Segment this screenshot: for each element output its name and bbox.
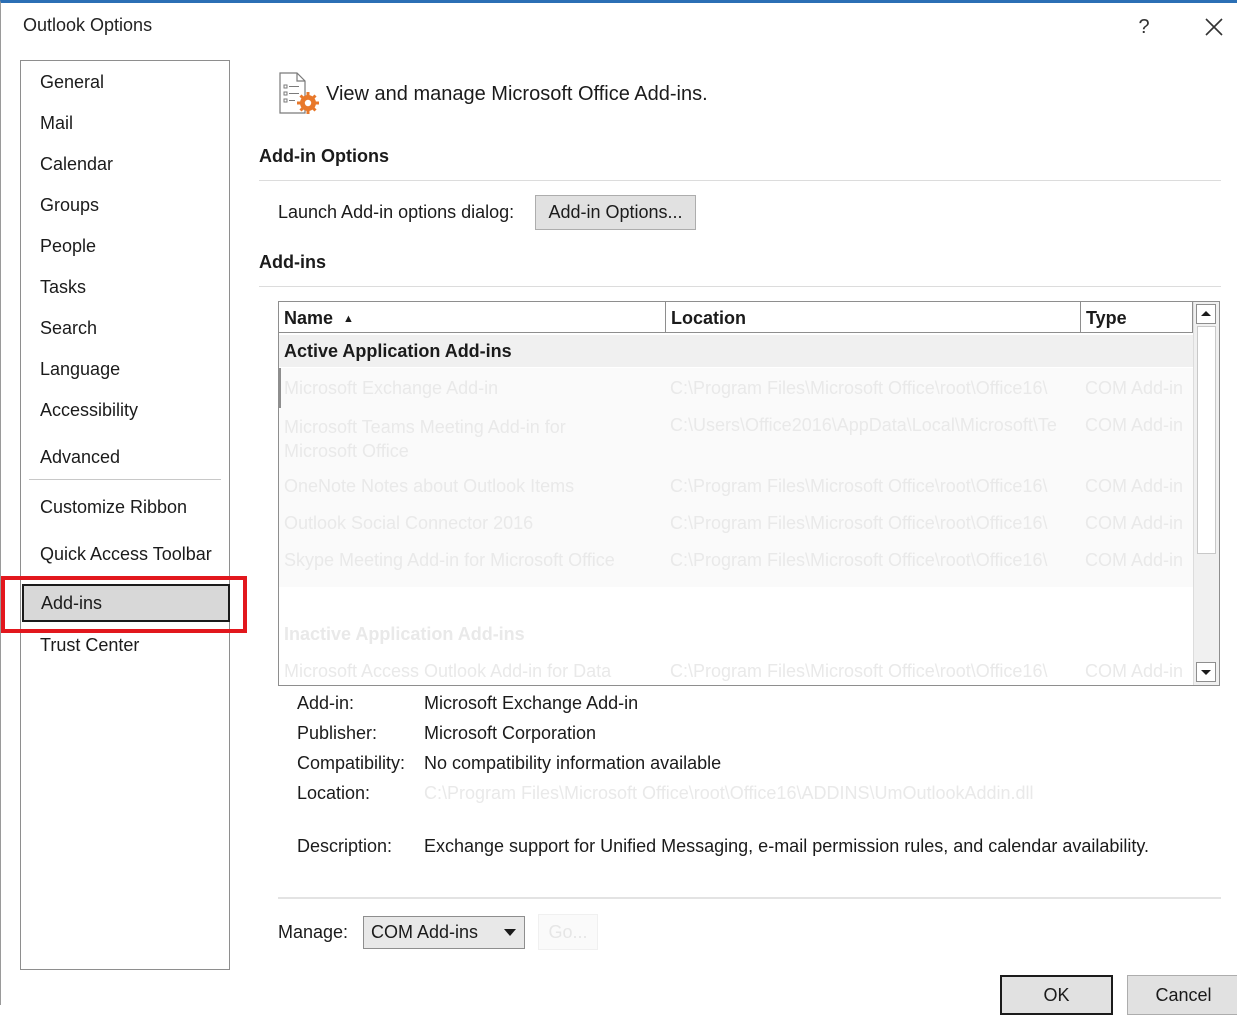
- addin-options-section-title: Add-in Options: [259, 146, 389, 166]
- addin-name-cell: Microsoft Access Outlook Add-in for Data: [284, 661, 612, 681]
- selection-highlight-box: [1, 576, 247, 633]
- addin-name-cell: Outlook Social Connector 2016: [284, 513, 534, 533]
- column-header-name-label: Name: [284, 308, 334, 328]
- section-divider: [259, 180, 1221, 181]
- nav-item-people[interactable]: People: [21, 227, 229, 265]
- detail-compatibility-value: No compatibility information available: [424, 753, 722, 773]
- go-button[interactable]: Go...: [538, 914, 598, 950]
- scroll-down-arrow-icon[interactable]: [1196, 662, 1216, 682]
- addin-type-cell: COM Add-in: [1085, 513, 1184, 533]
- addin-location-cell: C:\Program Files\Microsoft Office\root\O…: [670, 378, 1048, 398]
- window-title: Outlook Options: [23, 15, 153, 35]
- addin-type-cell: COM Add-in: [1085, 415, 1184, 435]
- nav-separator: [29, 479, 221, 480]
- column-header-location[interactable]: Location: [666, 302, 1081, 333]
- manage-label: Manage:: [278, 922, 349, 942]
- addin-type-cell: COM Add-in: [1085, 378, 1184, 398]
- nav-item-advanced[interactable]: Advanced: [21, 438, 229, 476]
- detail-publisher-value: Microsoft Corporation: [424, 723, 597, 743]
- options-nav: General Mail Calendar Groups People Task…: [20, 60, 230, 970]
- page-header-text: View and manage Microsoft Office Add-ins…: [326, 83, 708, 105]
- nav-item-tasks[interactable]: Tasks: [21, 268, 229, 306]
- addin-type-cell: COM Add-in: [1085, 661, 1184, 681]
- addins-section-title: Add-ins: [259, 252, 326, 272]
- column-header-type[interactable]: Type: [1081, 302, 1193, 333]
- ok-button[interactable]: OK: [1000, 975, 1113, 1015]
- detail-addin-label: Add-in:: [297, 693, 355, 713]
- nav-item-groups[interactable]: Groups: [21, 186, 229, 224]
- addin-location-cell: C:\Users\Office2016\AppData\Local\Micros…: [670, 415, 1057, 435]
- group-header-active: Active Application Add-ins: [279, 335, 1193, 367]
- detail-description-label: Description:: [297, 836, 393, 856]
- nav-item-mail[interactable]: Mail: [21, 104, 229, 142]
- addin-location-cell: C:\Program Files\Microsoft Office\root\O…: [670, 476, 1048, 496]
- addin-options-button[interactable]: Add-in Options...: [535, 195, 696, 230]
- close-icon: [1205, 18, 1223, 36]
- scrollbar-thumb[interactable]: [1197, 326, 1216, 554]
- detail-location-value: C:\Program Files\Microsoft Office\root\O…: [424, 783, 1034, 803]
- nav-item-search[interactable]: Search: [21, 309, 229, 347]
- outlook-options-dialog: Outlook Options ? General Mail Calendar …: [0, 0, 1237, 1015]
- help-button[interactable]: ?: [1124, 11, 1164, 43]
- group-header-inactive: Inactive Application Add-ins: [284, 624, 525, 644]
- chevron-down-icon: [504, 929, 516, 936]
- addin-location-cell: C:\Program Files\Microsoft Office\root\O…: [670, 661, 1048, 681]
- scroll-up-arrow-icon[interactable]: [1196, 304, 1216, 324]
- launch-addin-options-label: Launch Add-in options dialog:: [278, 202, 515, 222]
- detail-location-label: Location:: [297, 783, 371, 803]
- detail-compatibility-label: Compatibility:: [297, 753, 406, 773]
- addin-location-cell: C:\Program Files\Microsoft Office\root\O…: [670, 550, 1048, 570]
- nav-item-quick-access-toolbar[interactable]: Quick Access Toolbar: [21, 535, 229, 573]
- addin-name-cell: Microsoft Exchange Add-in: [284, 378, 499, 398]
- close-button[interactable]: [1194, 11, 1234, 43]
- addin-location-cell: C:\Program Files\Microsoft Office\root\O…: [670, 513, 1048, 533]
- nav-item-customize-ribbon[interactable]: Customize Ribbon: [21, 488, 229, 526]
- nav-item-accessibility[interactable]: Accessibility: [21, 391, 229, 429]
- cancel-button[interactable]: Cancel: [1127, 975, 1237, 1015]
- addins-manage-icon: [277, 71, 321, 122]
- addin-type-cell: COM Add-in: [1085, 476, 1184, 496]
- addin-name-cell: Skype Meeting Add-in for Microsoft Offic…: [284, 550, 615, 570]
- manage-dropdown-value: COM Add-ins: [371, 922, 479, 942]
- manage-dropdown[interactable]: COM Add-ins: [363, 916, 525, 949]
- nav-item-general[interactable]: General: [21, 63, 229, 101]
- addin-name-cell: Microsoft Teams Meeting Add-in for Micro…: [284, 417, 566, 461]
- detail-addin-value: Microsoft Exchange Add-in: [424, 693, 639, 713]
- sort-ascending-icon: ▲: [343, 313, 354, 325]
- addin-type-cell: COM Add-in: [1085, 550, 1184, 570]
- addin-name-cell: OneNote Notes about Outlook Items: [284, 476, 575, 496]
- nav-item-calendar[interactable]: Calendar: [21, 145, 229, 183]
- nav-item-language[interactable]: Language: [21, 350, 229, 388]
- section-divider: [259, 286, 1221, 287]
- detail-publisher-label: Publisher:: [297, 723, 378, 743]
- addins-list[interactable]: Name ▲ Location Type Active Application …: [278, 301, 1220, 686]
- list-scrollbar[interactable]: [1193, 302, 1219, 685]
- manage-divider: [278, 897, 1221, 899]
- column-header-name[interactable]: Name ▲: [279, 302, 666, 333]
- detail-description-value: Exchange support for Unified Messaging, …: [424, 836, 1150, 856]
